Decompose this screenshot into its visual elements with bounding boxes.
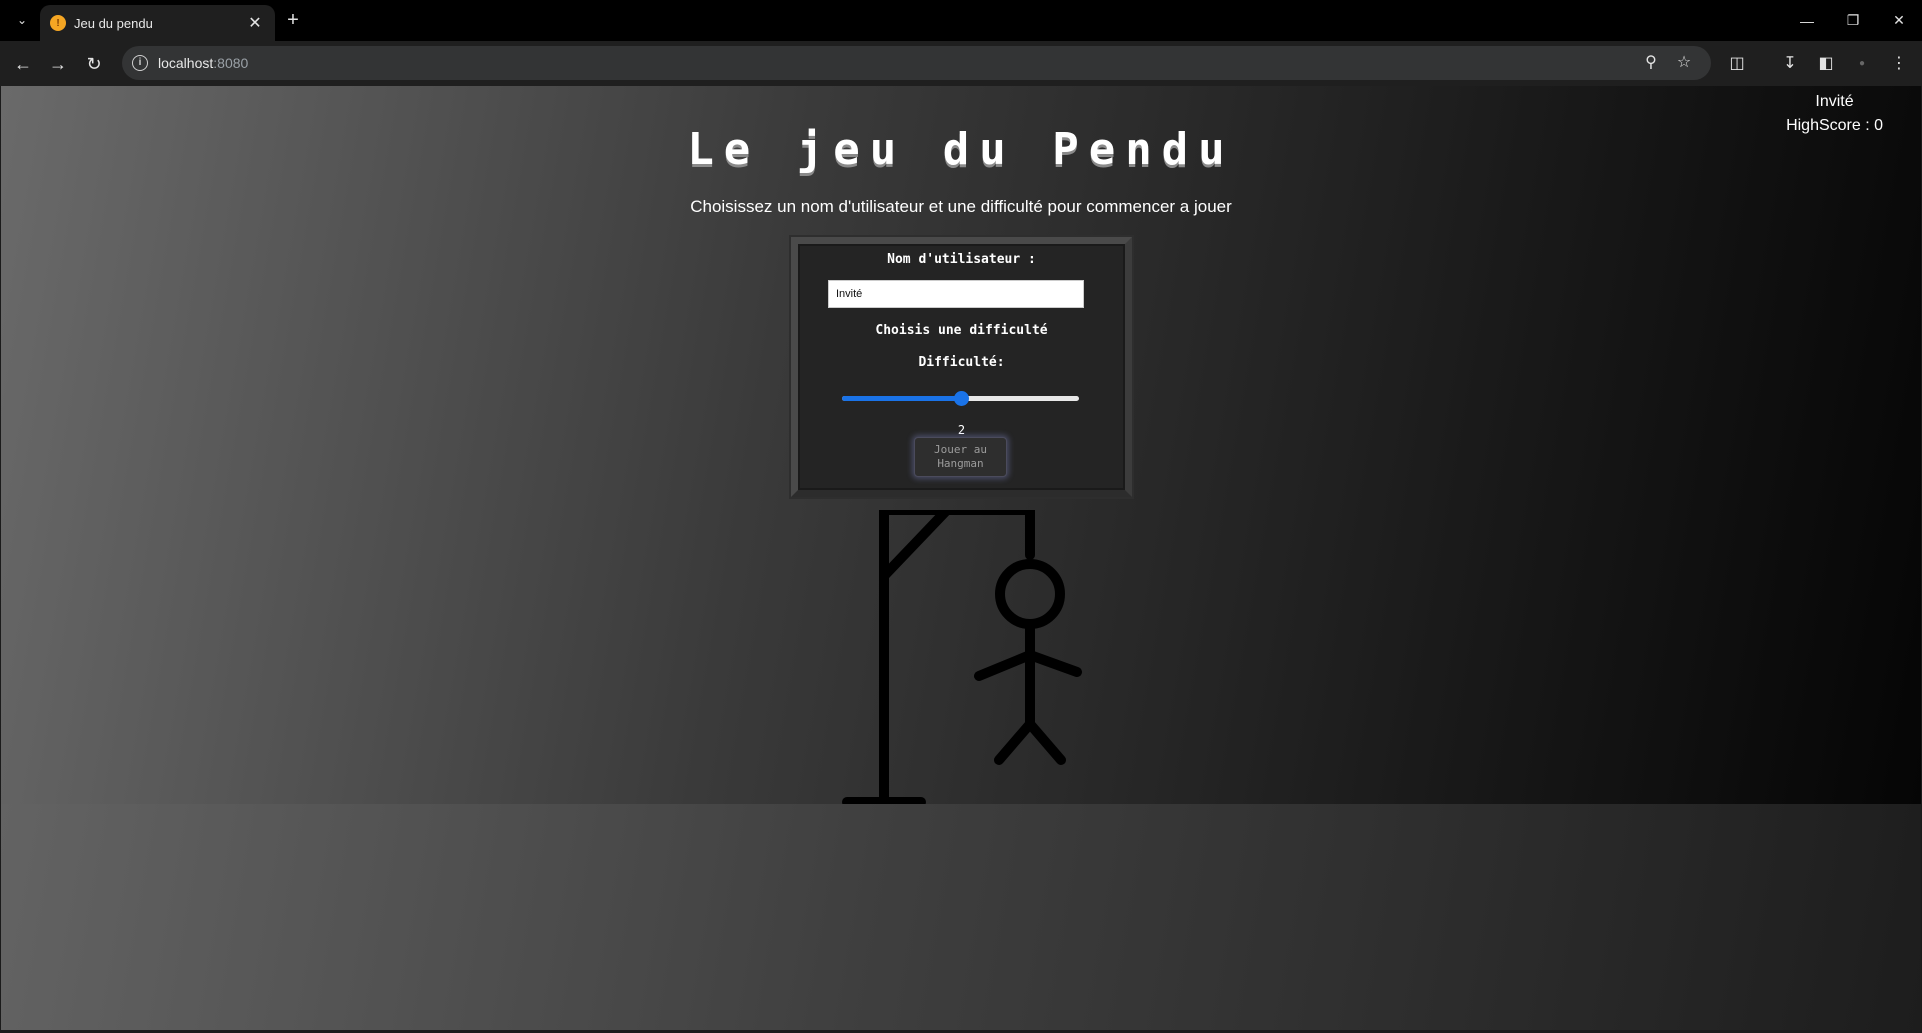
game-page: Invité HighScore : 0 Le jeu du Pendu Cho… [1,86,1921,807]
page-title: Le jeu du Pendu [687,124,1235,175]
address-bar[interactable]: i localhost:8080 ⚲ ☆ [122,46,1711,80]
profile-icon[interactable]: ● [1851,53,1873,75]
reload-icon[interactable]: ↻ [82,52,106,76]
difficulty-slider[interactable] [842,391,1079,406]
difficulty-value: 2 [957,423,966,437]
bookmark-star-icon[interactable]: ☆ [1675,54,1693,72]
minimize-icon[interactable]: — [1784,0,1830,41]
tab-strip: ⌄ ! Jeu du pendu ✕ + — ❐ ✕ [0,0,1922,41]
menu-kebab-icon[interactable]: ⋮ [1888,53,1910,75]
slider-thumb[interactable] [953,391,969,406]
username-display: Invité [1815,93,1854,110]
new-tab-icon[interactable]: + [283,10,303,30]
slider-fill [842,396,961,401]
username-input[interactable]: Invité [828,280,1084,308]
username-label: Nom d'utilisateur : [887,252,1036,267]
url-text: localhost:8080 [158,55,249,71]
zoom-icon[interactable]: ⚲ [1642,54,1660,72]
forward-icon[interactable]: → [46,52,70,76]
page-subtitle: Choisissez un nom d'utilisateur et une d… [690,197,1232,216]
extensions-icon[interactable]: ◫ [1726,53,1748,75]
tab-title: Jeu du pendu [74,15,153,31]
hangman-right-arm [1025,650,1082,677]
setup-panel: Nom d'utilisateur : Invité Choisis une d… [791,237,1132,497]
page-viewport: Invité HighScore : 0 Le jeu du Pendu Cho… [0,86,1922,1033]
gallows-brace [879,510,952,581]
hangman-drawing [842,510,1082,807]
play-button[interactable]: Jouer au Hangman [914,437,1007,477]
browser-toolbar: ← → ↻ i localhost:8080 ⚲ ☆ ◫ ↧ ◧ ● ⋮ [0,41,1922,86]
difficulty-heading: Choisis une difficulté [875,323,1048,338]
hangman-left-leg [994,719,1035,765]
tab-search-icon[interactable]: ⌄ [12,10,32,30]
side-panel-icon[interactable]: ◧ [1815,53,1837,75]
pendu-favicon-icon: ! [50,15,66,31]
page-lower-area [1,804,1921,1030]
hangman-left-arm [974,650,1035,681]
back-icon[interactable]: ← [11,52,35,76]
difficulty-label: Difficulté: [918,355,1005,370]
site-info-icon[interactable]: i [132,55,148,71]
hangman-right-leg [1025,719,1066,765]
hangman-head [995,559,1065,629]
close-tab-icon[interactable]: ✕ [247,13,263,33]
window-controls: — ❐ ✕ [1784,0,1922,41]
close-window-icon[interactable]: ✕ [1876,0,1922,41]
download-icon[interactable]: ↧ [1779,53,1801,75]
restore-icon[interactable]: ❐ [1830,0,1876,41]
browser-tab[interactable]: ! Jeu du pendu ✕ [40,5,275,41]
